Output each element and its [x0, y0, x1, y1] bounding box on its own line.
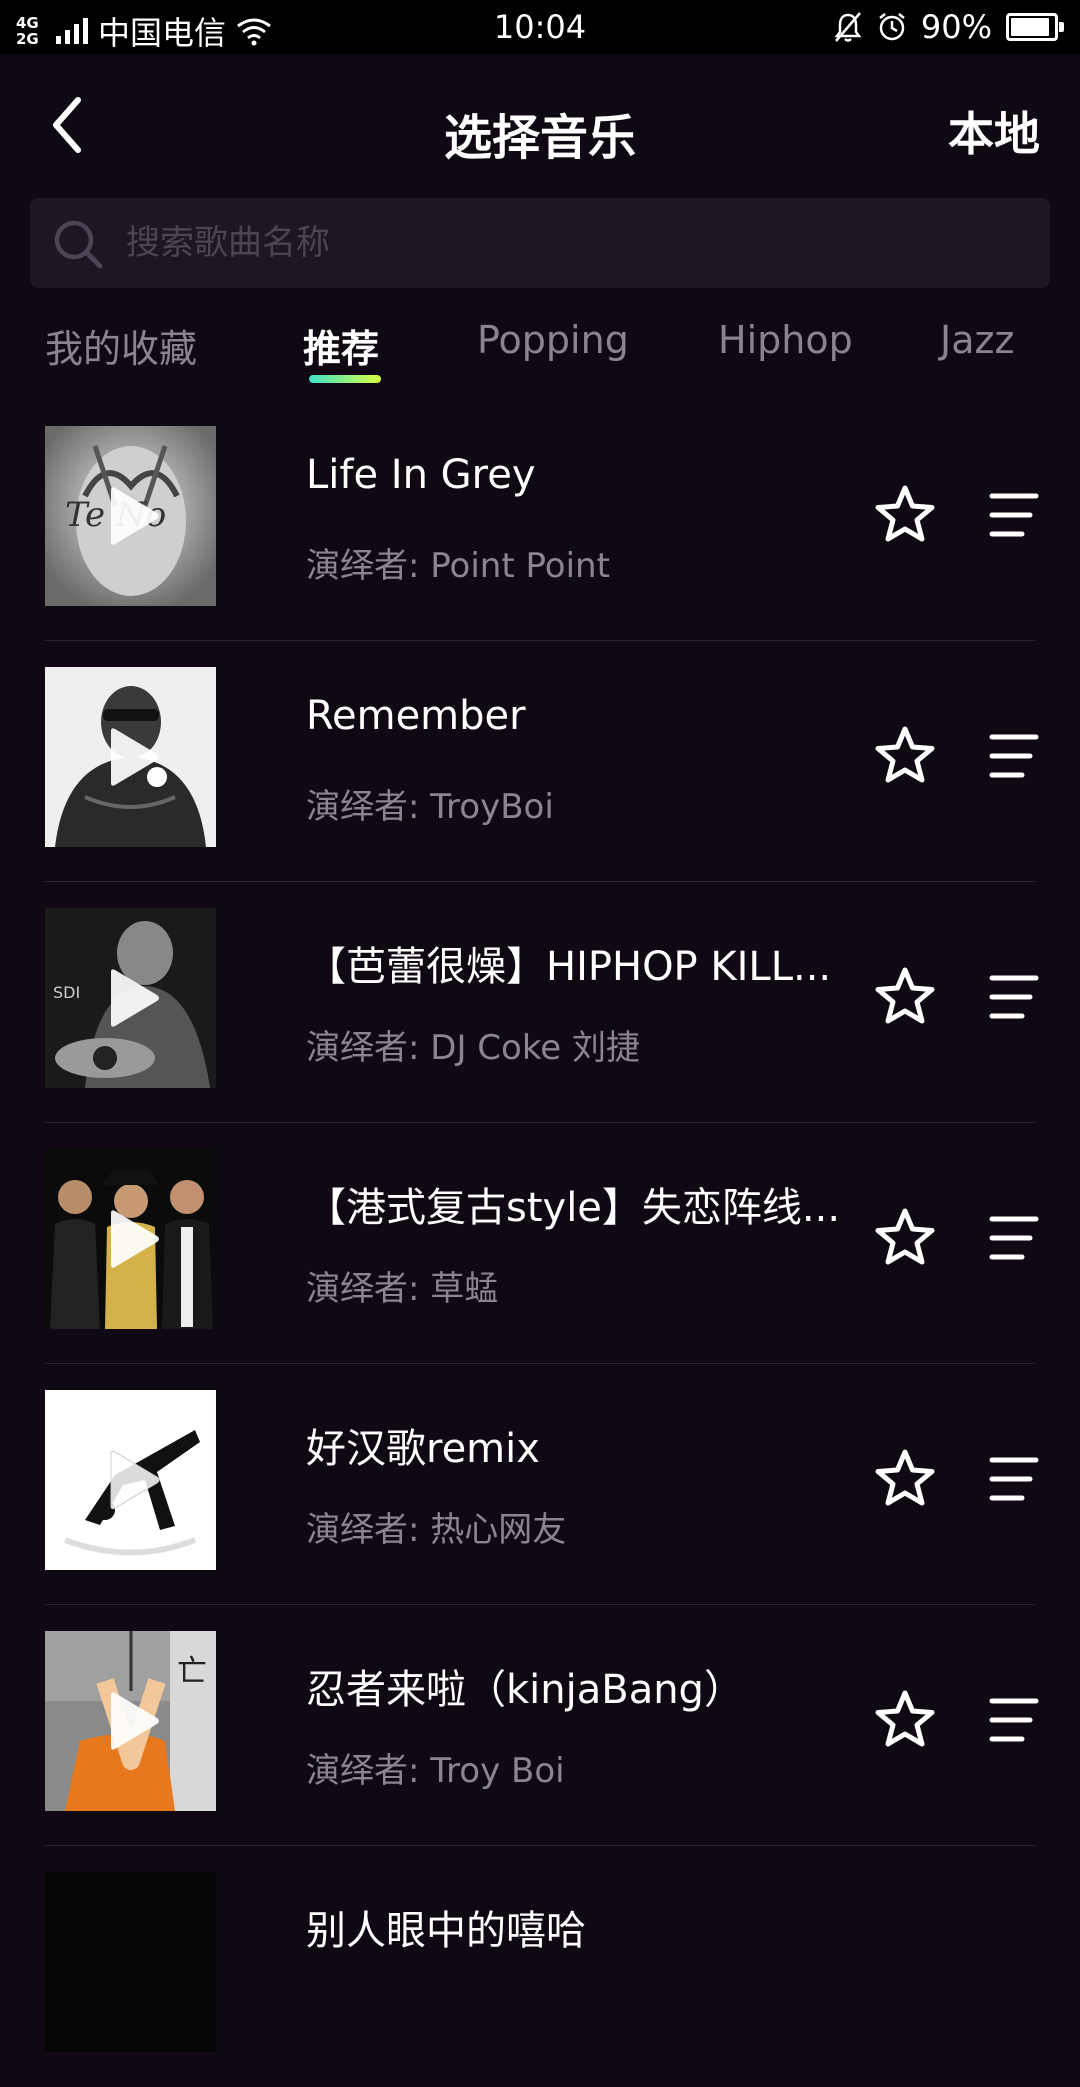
- song-row[interactable]: Remember 演绎者: TroyBoi: [0, 641, 1080, 882]
- battery-icon: [1006, 13, 1064, 41]
- tab-hiphop[interactable]: Hiphop: [718, 318, 853, 362]
- page-title: 选择音乐: [443, 110, 636, 166]
- header: 选择音乐 本地: [0, 54, 1080, 198]
- alarm-icon: [879, 13, 905, 41]
- tab-recommended[interactable]: 推荐: [303, 318, 379, 373]
- tab-favorites[interactable]: 我的收藏: [45, 318, 197, 373]
- svg-text:SDI: SDI: [53, 983, 80, 1002]
- status-right: 90%: [833, 8, 1064, 46]
- album-cover[interactable]: SDI: [45, 908, 216, 1088]
- star-outline-icon[interactable]: [874, 966, 936, 1026]
- song-artist: 演绎者: Point Point: [306, 546, 610, 586]
- search-input[interactable]: [126, 198, 1026, 288]
- song-title: 【芭蕾很燥】HIPHOP KILL...: [306, 944, 832, 990]
- cover-art: [45, 1872, 216, 2052]
- search-icon: [54, 220, 103, 269]
- star-outline-icon[interactable]: [874, 725, 936, 785]
- song-row[interactable]: 好汉歌remix 演绎者: 热心网友: [0, 1364, 1080, 1605]
- menu-lines-icon[interactable]: [986, 1695, 1042, 1745]
- star-outline-icon[interactable]: [874, 1207, 936, 1267]
- album-cover[interactable]: Te No: [45, 426, 216, 606]
- star-outline-icon[interactable]: [874, 484, 936, 544]
- song-title: Remember: [306, 693, 526, 739]
- song-row[interactable]: 别人眼中的嘻哈: [0, 1846, 1080, 2087]
- play-icon[interactable]: [105, 727, 161, 787]
- menu-lines-icon[interactable]: [986, 1454, 1042, 1504]
- song-title: Life In Grey: [306, 452, 536, 498]
- album-cover[interactable]: [45, 1872, 216, 2052]
- song-artist: 演绎者: TroyBoi: [306, 787, 554, 827]
- song-title: 好汉歌remix: [306, 1426, 540, 1472]
- menu-lines-icon[interactable]: [986, 972, 1042, 1022]
- album-cover[interactable]: 亡: [45, 1631, 216, 1811]
- star-outline-icon[interactable]: [874, 1689, 936, 1749]
- play-icon[interactable]: [105, 1209, 161, 1269]
- tab-jazz[interactable]: Jazz: [940, 318, 1014, 362]
- play-icon[interactable]: [105, 968, 161, 1028]
- song-artist: 演绎者: Troy Boi: [306, 1751, 565, 1791]
- search-bar[interactable]: [30, 198, 1050, 288]
- play-icon[interactable]: [105, 486, 161, 546]
- album-cover[interactable]: [45, 667, 216, 847]
- album-cover[interactable]: [45, 1390, 216, 1570]
- menu-lines-icon[interactable]: [986, 490, 1042, 540]
- tab-active-indicator: [309, 375, 381, 383]
- song-title: 【港式复古style】失恋阵线...: [306, 1185, 841, 1231]
- menu-lines-icon[interactable]: [986, 731, 1042, 781]
- song-artist: 演绎者: 热心网友: [306, 1510, 567, 1550]
- song-row[interactable]: Te No Life In Grey 演绎者: Point Point: [0, 400, 1080, 641]
- song-row[interactable]: 亡 忍者来啦（kinjaBang） 演绎者: Troy Boi: [0, 1605, 1080, 1846]
- song-row[interactable]: 【港式复古style】失恋阵线... 演绎者: 草蜢: [0, 1123, 1080, 1364]
- battery-percent: 90%: [920, 8, 992, 46]
- category-tabs: 我的收藏 推荐 Popping Hiphop Jazz: [0, 310, 1080, 390]
- play-icon[interactable]: [105, 1450, 161, 1510]
- song-list: Te No Life In Grey 演绎者: Point Point: [0, 400, 1080, 2087]
- song-title: 忍者来啦（kinjaBang）: [306, 1667, 744, 1713]
- song-row[interactable]: SDI 【芭蕾很燥】HIPHOP KILL... 演绎者: DJ Coke 刘捷: [0, 882, 1080, 1123]
- album-cover[interactable]: [45, 1149, 216, 1329]
- song-artist: 演绎者: 草蜢: [306, 1269, 499, 1309]
- menu-lines-icon[interactable]: [986, 1213, 1042, 1263]
- star-outline-icon[interactable]: [874, 1448, 936, 1508]
- silent-bell-icon: [834, 12, 862, 42]
- local-music-button[interactable]: 本地: [948, 98, 1040, 164]
- tab-popping[interactable]: Popping: [477, 318, 629, 362]
- song-artist: 演绎者: DJ Coke 刘捷: [306, 1028, 641, 1068]
- status-bar: 4G 2G 中国电信 10:04 90%: [0, 0, 1080, 54]
- svg-text:亡: 亡: [177, 1654, 207, 1689]
- song-title: 别人眼中的嘻哈: [306, 1908, 586, 1954]
- play-icon[interactable]: [105, 1691, 161, 1751]
